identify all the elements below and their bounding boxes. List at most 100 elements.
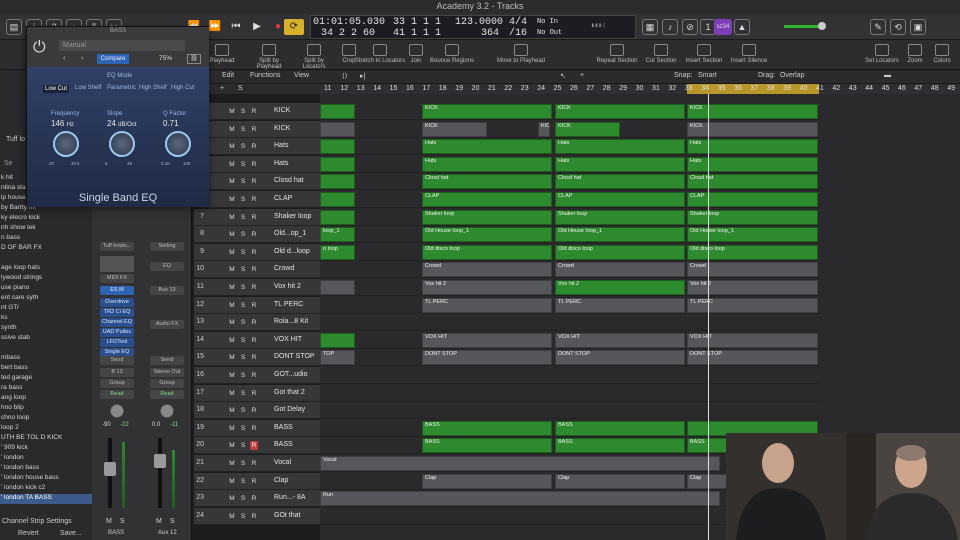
- mute-toggle[interactable]: M: [228, 459, 236, 468]
- track-header[interactable]: 23 M S R Run...- 8A: [194, 490, 320, 508]
- mute-toggle[interactable]: M: [228, 389, 236, 398]
- library-item[interactable]: ' london: [0, 454, 92, 464]
- eq-mode-option[interactable]: Low Cut: [43, 85, 70, 93]
- record-arm-toggle[interactable]: R: [250, 459, 258, 468]
- library-item[interactable]: UTH BE TOL D KICK: [0, 434, 92, 444]
- library-item[interactable]: ' london TA BASS: [0, 494, 92, 504]
- record-arm-toggle[interactable]: R: [250, 353, 258, 362]
- track-header[interactable]: 11 M S R Vox hit 2: [194, 279, 320, 296]
- record-arm-toggle[interactable]: R: [250, 213, 258, 222]
- library-item[interactable]: loop 2: [0, 424, 92, 434]
- region[interactable]: Hats: [687, 139, 818, 155]
- solo-toggle[interactable]: S: [239, 213, 247, 222]
- metronome-icon[interactable]: ▲: [734, 19, 750, 35]
- region[interactable]: KICK: [422, 121, 487, 137]
- eq-mode-option[interactable]: Parametric: [107, 85, 136, 91]
- library-item[interactable]: ent care syth: [0, 294, 92, 304]
- track-header[interactable]: 10 M S R Crowd: [194, 261, 320, 279]
- track-name[interactable]: Vocal: [274, 459, 291, 466]
- setting-button[interactable]: Setting: [150, 242, 184, 251]
- mute-toggle[interactable]: M: [228, 494, 236, 503]
- flex-icon[interactable]: ▸|: [360, 72, 365, 80]
- track-header[interactable]: 15 M S R DONT STOP: [194, 349, 320, 367]
- record-arm-toggle[interactable]: R: [250, 389, 258, 398]
- region[interactable]: Crowd: [687, 262, 818, 278]
- mute-toggle[interactable]: M: [228, 477, 236, 486]
- solo-toggle[interactable]: S: [239, 160, 247, 169]
- param-knob[interactable]: [109, 131, 135, 157]
- record-arm-toggle[interactable]: R: [250, 424, 258, 433]
- region[interactable]: [320, 332, 355, 348]
- mute-toggle[interactable]: M: [228, 283, 236, 292]
- region[interactable]: TL PERC: [687, 297, 818, 313]
- track-name[interactable]: Rola...8 Kit: [274, 318, 308, 325]
- mute-toggle[interactable]: M: [228, 213, 236, 222]
- solo-toggle[interactable]: S: [239, 301, 247, 310]
- bar-ruler[interactable]: 11 12 13 14 15 16 17 18 19 20 21 22 23 24 25 26 27 28 29 30…: [320, 84, 960, 94]
- save-button[interactable]: Save...: [60, 530, 82, 537]
- track-lane[interactable]: TOP DONT STOP DONT STOP DONT STOP: [320, 349, 820, 367]
- region[interactable]: BASS: [422, 438, 552, 454]
- eq-mode-option[interactable]: Low Shelf: [75, 85, 101, 91]
- audio-fx-slot[interactable]: Audio FX: [150, 320, 184, 329]
- track-lane[interactable]: VOX HIT VOX HIT VOX HIT: [320, 332, 820, 349]
- track-header[interactable]: 2MSRKICK: [194, 120, 320, 138]
- library-search[interactable]: Se: [4, 160, 13, 167]
- mute-toggle[interactable]: M: [228, 142, 236, 151]
- track-header[interactable]: 24 M S R GOt that: [194, 507, 320, 525]
- prev-preset-icon[interactable]: ‹: [63, 55, 65, 62]
- track-name[interactable]: Vox hit 2: [274, 283, 301, 290]
- solo-toggle[interactable]: S: [239, 283, 247, 292]
- track-lane[interactable]: Closd hat Closd hat Closd hat: [320, 173, 820, 191]
- mute-toggle[interactable]: M: [228, 512, 236, 521]
- track-header[interactable]: 18 M S R Got Delay: [194, 402, 320, 420]
- track-name[interactable]: DONT STOP: [274, 353, 315, 360]
- tool-repeat-section[interactable]: Repeat Section: [596, 41, 638, 64]
- record-arm-toggle[interactable]: R: [250, 248, 258, 257]
- tool-cut-section[interactable]: Cut Section: [644, 41, 678, 64]
- region[interactable]: [320, 104, 355, 119]
- track-name[interactable]: Got that 2: [274, 389, 305, 396]
- track-name[interactable]: KICK: [274, 107, 290, 114]
- solo-toggle[interactable]: S: [239, 494, 247, 503]
- tool-join[interactable]: Join: [406, 41, 426, 64]
- global-solo-icon[interactable]: S: [238, 85, 243, 92]
- library-item[interactable]: nh show tek: [0, 224, 92, 234]
- track-header[interactable]: 13 M S R Rola...8 Kit: [194, 314, 320, 332]
- track-lane[interactable]: Shaker loop Shaker loop Shaker loop: [320, 209, 820, 226]
- track-name[interactable]: CLAP: [274, 195, 292, 202]
- view-menu[interactable]: View: [294, 72, 309, 79]
- track-header[interactable]: 17 M S R Got that 2: [194, 384, 320, 402]
- region[interactable]: Crowd: [422, 262, 552, 278]
- group-slot-right[interactable]: Group: [150, 379, 184, 388]
- region[interactable]: TL PERC: [422, 297, 552, 313]
- browser-icon[interactable]: ▣: [910, 19, 926, 35]
- region[interactable]: Clap: [555, 473, 685, 489]
- record-arm-toggle[interactable]: R: [250, 265, 258, 274]
- region[interactable]: KICK: [687, 121, 818, 137]
- region[interactable]: Clap: [422, 473, 552, 489]
- plugin-slot[interactable]: TR3 Ci EQ: [100, 308, 134, 317]
- solo-toggle[interactable]: S: [239, 336, 247, 345]
- track-name[interactable]: KICK: [274, 125, 290, 132]
- region[interactable]: CLAP: [422, 192, 552, 207]
- edit-menu[interactable]: Edit: [222, 72, 234, 79]
- solo-button[interactable]: S: [120, 518, 125, 525]
- solo-icon[interactable]: ⊘: [682, 19, 698, 35]
- functions-menu[interactable]: Functions: [250, 72, 280, 79]
- region[interactable]: Old House loop_1: [687, 227, 818, 243]
- region[interactable]: Shaker loop: [422, 209, 552, 225]
- volume-fader-track-right[interactable]: [158, 438, 162, 508]
- track-header[interactable]: 14 M S R VOX HIT: [194, 331, 320, 349]
- track-header[interactable]: 3MSRHats: [194, 138, 320, 156]
- snap-select[interactable]: Smart: [698, 72, 717, 79]
- master-volume-handle[interactable]: [818, 22, 826, 30]
- region[interactable]: TOP: [320, 350, 355, 366]
- tool-insert-silence[interactable]: Insert Silence: [728, 41, 770, 64]
- volume-fader[interactable]: [104, 462, 116, 476]
- region[interactable]: Hats: [555, 156, 685, 172]
- track-name[interactable]: Old...op_1: [274, 230, 306, 237]
- pan-knob-right[interactable]: [160, 404, 174, 418]
- revert-button[interactable]: Revert: [18, 530, 39, 537]
- tool-stretch[interactable]: Stretch to Locators: [352, 41, 408, 64]
